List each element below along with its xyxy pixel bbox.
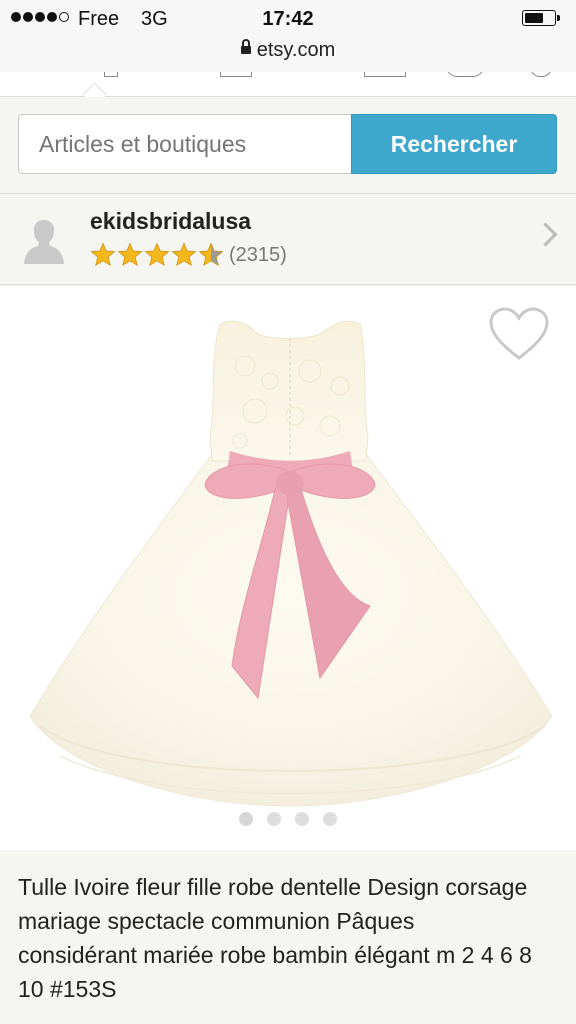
listing-image[interactable] <box>0 286 576 850</box>
dress-image <box>29 320 553 807</box>
search-bar: Rechercher <box>0 97 576 194</box>
search-input[interactable] <box>18 114 352 174</box>
account-icon[interactable] <box>446 72 484 77</box>
star-icon <box>171 242 197 267</box>
image-pagination[interactable] <box>0 812 576 831</box>
address-bar[interactable]: etsy.com <box>0 36 576 73</box>
rating-stars <box>90 242 225 268</box>
review-count: (2315) <box>229 243 287 266</box>
lock-icon <box>240 38 251 54</box>
favorite-heart-icon[interactable] <box>488 306 550 362</box>
clock: 17:42 <box>262 8 314 30</box>
status-bar: Free 3G 17:42 <box>0 0 576 40</box>
page-dot[interactable] <box>267 812 281 826</box>
listing-title-area: Tulle Ivoire fleur fille robe dentelle D… <box>0 850 576 1024</box>
page-dot[interactable] <box>323 812 337 826</box>
page-dot[interactable] <box>295 812 309 826</box>
cart-icon[interactable] <box>364 72 406 77</box>
star-icon <box>90 242 116 267</box>
star-icon <box>198 242 224 267</box>
page-dot[interactable] <box>239 812 253 826</box>
star-icon <box>117 242 143 267</box>
listing-title: Tulle Ivoire fleur fille robe dentelle D… <box>18 874 532 1002</box>
menu-icon[interactable] <box>530 72 552 77</box>
search-button[interactable]: Rechercher <box>351 114 557 174</box>
nav-icon[interactable] <box>220 72 252 77</box>
chevron-right-icon[interactable] <box>533 222 558 247</box>
shop-info-row[interactable]: ekidsbridalusa (2315) <box>0 196 576 285</box>
shop-name[interactable]: ekidsbridalusa <box>90 208 251 235</box>
battery-icon <box>522 10 560 26</box>
nav-icon[interactable] <box>104 72 118 77</box>
shop-avatar-icon <box>24 220 64 264</box>
shop-rating: (2315) <box>90 242 287 268</box>
url-text: etsy.com <box>256 39 336 61</box>
star-icon <box>144 242 170 267</box>
